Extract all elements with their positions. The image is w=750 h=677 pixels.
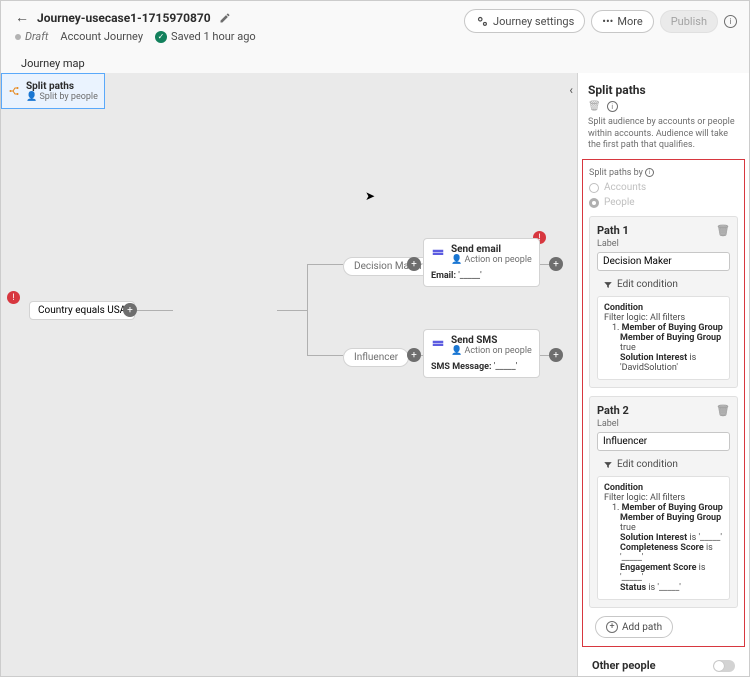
journey-title: Journey-usecase1-1715970870	[37, 11, 211, 25]
condition-summary: Condition Filter logic: All filters 1. M…	[597, 476, 730, 600]
back-arrow-icon[interactable]: ←	[15, 9, 29, 26]
add-node-button[interactable]: +	[123, 303, 137, 317]
node-title: Send email	[451, 244, 532, 255]
action-email-icon	[431, 248, 445, 262]
radio-people: People	[589, 197, 738, 208]
radio-accounts: Accounts	[589, 182, 738, 193]
highlighted-configuration: Split paths by i Accounts People Path 1 🗑…	[582, 159, 745, 647]
panel-title: Split paths	[578, 73, 749, 101]
label-caption: Label	[597, 419, 730, 429]
other-people-toggle[interactable]	[713, 660, 735, 672]
path-label-input[interactable]	[597, 252, 730, 271]
node-title: Send SMS	[451, 335, 532, 346]
path-label-input[interactable]	[597, 432, 730, 451]
add-path-label: Add path	[622, 622, 662, 633]
edit-condition-link[interactable]: Edit condition	[603, 279, 730, 290]
journey-settings-label: Journey settings	[493, 15, 574, 28]
trash-icon[interactable]: 🗑	[716, 224, 730, 237]
info-icon[interactable]: i	[724, 15, 737, 28]
journey-settings-button[interactable]: Journey settings	[464, 9, 585, 33]
status-draft: Draft	[25, 30, 48, 43]
pencil-icon[interactable]	[219, 12, 231, 24]
label-caption: Label	[597, 239, 730, 249]
entry-label: Country equals USA	[38, 305, 126, 316]
add-node-button[interactable]: +	[407, 348, 421, 362]
more-label: More	[617, 15, 642, 28]
edit-condition-link[interactable]: Edit condition	[603, 459, 730, 470]
path-config-1: Path 1 🗑 Label Edit condition Condition F…	[589, 216, 738, 388]
split-title: Split paths	[26, 81, 98, 92]
more-dots-icon: •••	[602, 15, 613, 28]
status-dot-icon	[15, 34, 21, 40]
other-people-heading: Other people	[592, 659, 656, 672]
trash-icon[interactable]: 🗑	[588, 101, 601, 112]
send-email-node[interactable]: Send email 👤 Action on people Email: '__…	[423, 238, 540, 287]
journey-type: Account Journey	[60, 30, 143, 43]
panel-description: Split audience by accounts or people wit…	[588, 117, 739, 152]
condition-summary: Condition Filter logic: All filters 1. M…	[597, 296, 730, 380]
split-icon	[8, 85, 20, 97]
properties-panel: Split paths 🗑 i Split audience by accoun…	[577, 73, 749, 676]
gears-icon	[475, 14, 489, 28]
split-sub: Split by people	[39, 92, 97, 102]
journey-canvas[interactable]: ➤ ! Country equals USA + Split paths 👤 S…	[1, 73, 577, 676]
saved-label: Saved 1 hour ago	[171, 30, 256, 43]
alert-icon[interactable]: !	[7, 291, 20, 304]
send-sms-node[interactable]: Send SMS 👤 Action on people SMS Message:…	[423, 329, 540, 378]
add-path-button[interactable]: + Add path	[595, 616, 673, 638]
action-sms-icon	[431, 339, 445, 353]
path-heading: Path 1	[597, 224, 629, 237]
entry-node[interactable]: Country equals USA	[29, 301, 135, 320]
split-paths-node[interactable]: Split paths 👤 Split by people ‹	[1, 73, 105, 109]
saved-check-icon: ✓	[155, 31, 167, 43]
node-sub: Action on people	[464, 346, 531, 356]
info-icon[interactable]: i	[607, 101, 618, 112]
add-node-button[interactable]: +	[407, 257, 421, 271]
plus-circle-icon: +	[606, 621, 618, 633]
info-icon[interactable]: i	[645, 168, 654, 177]
path-config-2: Path 2 🗑 Label Edit condition Condition F…	[589, 396, 738, 608]
path-heading: Path 2	[597, 404, 629, 417]
cursor-icon: ➤	[365, 189, 375, 203]
split-by-label: Split paths by	[589, 168, 643, 178]
publish-label: Publish	[671, 15, 707, 28]
add-node-button[interactable]: +	[549, 257, 563, 271]
path-label-influencer[interactable]: Influencer	[343, 348, 409, 367]
node-sub: Action on people	[464, 255, 531, 265]
publish-button[interactable]: Publish	[660, 10, 718, 33]
trash-icon[interactable]: 🗑	[716, 404, 730, 417]
add-node-button[interactable]: +	[549, 348, 563, 362]
more-button[interactable]: ••• More	[591, 10, 653, 33]
chevron-left-icon: ‹	[569, 83, 573, 97]
